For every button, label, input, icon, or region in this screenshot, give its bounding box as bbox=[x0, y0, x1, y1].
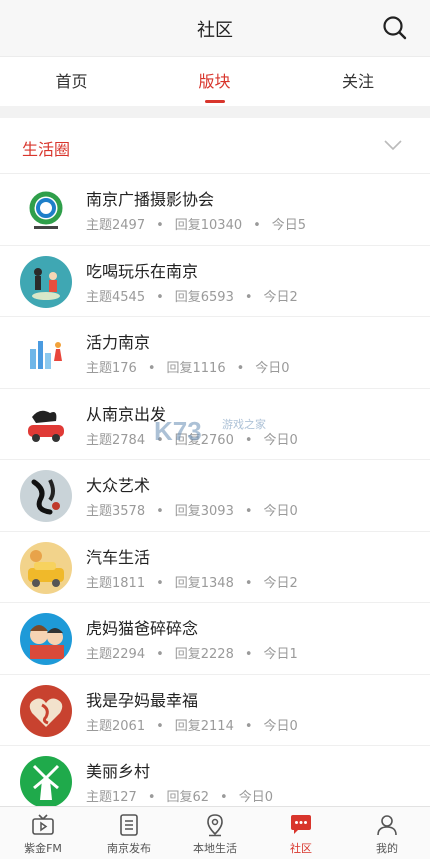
nav-label: 紫金FM bbox=[24, 842, 62, 855]
topic-count: 主题176 bbox=[86, 361, 137, 376]
list-item[interactable]: 大众艺术 主题3578 • 回复3093 • 今日0 bbox=[0, 460, 430, 532]
nav-label: 南京发布 bbox=[107, 842, 151, 855]
forum-stats: 主题3578 • 回复3093 • 今日0 bbox=[86, 504, 298, 519]
list-item[interactable]: 我是孕妈最幸福 主题2061 • 回复2114 • 今日0 bbox=[0, 674, 430, 746]
cartoon-parents-avatar bbox=[20, 613, 72, 665]
section-header-life-circle[interactable]: 生活圈 bbox=[0, 118, 430, 174]
tab-home[interactable]: 首页 bbox=[0, 57, 143, 107]
nav-zijin-fm[interactable]: 紫金FM bbox=[0, 807, 86, 859]
forum-stats: 主题176 • 回复1116 • 今日0 bbox=[86, 361, 290, 376]
list-item[interactable]: 汽车生活 主题1811 • 回复1348 • 今日2 bbox=[0, 531, 430, 603]
topic-count: 主题3578 bbox=[86, 504, 146, 519]
chevron-down-icon[interactable] bbox=[384, 139, 402, 151]
tab-boards[interactable]: 版块 bbox=[143, 57, 286, 107]
people-illustration-avatar bbox=[20, 255, 72, 308]
forum-stats: 主题127 • 回复62 • 今日0 bbox=[86, 790, 273, 805]
list-item[interactable]: 从南京出发 主题2784 • 回复2760 • 今日0 bbox=[0, 388, 430, 460]
nav-nanjing-release[interactable]: 南京发布 bbox=[86, 807, 172, 859]
today-count: 今日0 bbox=[255, 361, 290, 376]
reply-count: 回复2760 bbox=[174, 432, 234, 448]
forum-name: 大众艺术 bbox=[86, 476, 151, 495]
today-count: 今日1 bbox=[263, 647, 298, 662]
list-item[interactable]: 吃喝玩乐在南京 主题4545 • 回复6593 • 今日2 bbox=[0, 245, 430, 317]
today-count: 今日5 bbox=[271, 218, 307, 233]
tab-following[interactable]: 关注 bbox=[286, 57, 430, 107]
windmill-village-avatar bbox=[20, 756, 72, 808]
forum-stats: 主题1811 • 回复1348 • 今日2 bbox=[86, 575, 298, 591]
topic-count: 主题127 bbox=[86, 790, 137, 805]
nav-local-life[interactable]: 本地生活 bbox=[172, 807, 258, 859]
today-count: 今日0 bbox=[263, 432, 298, 448]
nav-label: 我的 bbox=[376, 842, 398, 855]
forum-stats: 主题2497 • 回复10340 • 今日5 bbox=[86, 218, 307, 233]
reply-count: 回复10340 bbox=[174, 218, 243, 233]
car-travel-avatar bbox=[20, 398, 72, 451]
topic-count: 主题1811 bbox=[86, 575, 146, 591]
forum-name: 虎妈猫爸碎碎念 bbox=[86, 619, 199, 638]
forum-stats: 主题2784 • 回复2760 • 今日0 bbox=[86, 432, 298, 448]
tv-play-icon bbox=[32, 814, 54, 835]
tab-home-label: 首页 bbox=[55, 72, 88, 91]
list-item[interactable]: 南京广播摄影协会 主题2497 • 回复10340 • 今日5 bbox=[0, 174, 430, 246]
car-life-avatar bbox=[20, 541, 72, 594]
topic-count: 主题2497 bbox=[86, 218, 146, 233]
list-item[interactable]: 虎妈猫爸碎碎念 主题2294 • 回复2228 • 今日1 bbox=[0, 603, 430, 675]
tab-bar: 首页 版块 关注 bbox=[0, 56, 430, 106]
forum-name: 南京广播摄影协会 bbox=[86, 190, 215, 209]
reply-count: 回复3093 bbox=[174, 504, 234, 519]
forum-name: 活力南京 bbox=[86, 333, 151, 352]
page-title: 社区 bbox=[197, 20, 233, 41]
reply-count: 回复2114 bbox=[174, 718, 234, 734]
forum-name: 吃喝玩乐在南京 bbox=[86, 261, 199, 281]
reply-count: 回复6593 bbox=[174, 289, 234, 305]
today-count: 今日0 bbox=[238, 790, 273, 805]
section-divider bbox=[0, 106, 430, 118]
today-count: 今日0 bbox=[263, 504, 298, 519]
location-pin-icon bbox=[207, 814, 223, 837]
nav-mine[interactable]: 我的 bbox=[344, 807, 430, 859]
nav-label: 本地生活 bbox=[193, 842, 237, 855]
city-sports-avatar bbox=[20, 327, 72, 379]
photography-association-logo bbox=[20, 184, 72, 236]
topic-count: 主题2784 bbox=[86, 432, 146, 448]
today-count: 今日0 bbox=[263, 718, 298, 734]
forum-stats: 主题2061 • 回复2114 • 今日0 bbox=[86, 718, 298, 734]
reply-count: 回复2228 bbox=[174, 647, 234, 662]
reply-count: 回复1348 bbox=[174, 575, 234, 591]
chat-bubble-icon bbox=[291, 815, 311, 834]
person-icon bbox=[377, 815, 397, 836]
forum-stats: 主题4545 • 回复6593 • 今日2 bbox=[86, 289, 298, 305]
forum-stats: 主题2294 • 回复2228 • 今日1 bbox=[86, 647, 298, 662]
top-bar: 社区 bbox=[0, 0, 430, 56]
topic-count: 主题2294 bbox=[86, 647, 146, 662]
forum-name: 美丽乡村 bbox=[86, 762, 151, 781]
topic-count: 主题4545 bbox=[86, 289, 146, 305]
tab-boards-label: 版块 bbox=[198, 72, 231, 91]
bottom-nav: 紫金FM 南京发布 本地生活 社区 我的 bbox=[0, 806, 430, 859]
active-tab-indicator bbox=[205, 100, 225, 103]
forum-list: 南京广播摄影协会 主题2497 • 回复10340 • 今日5 吃喝玩乐在南京 主题45… bbox=[0, 174, 430, 818]
forum-name: 我是孕妈最幸福 bbox=[86, 690, 199, 710]
list-item[interactable]: 活力南京 主题176 • 回复1116 • 今日0 bbox=[0, 317, 430, 389]
today-count: 今日2 bbox=[263, 575, 298, 591]
nav-label: 社区 bbox=[290, 842, 312, 855]
reply-count: 回复1116 bbox=[166, 361, 226, 376]
search-icon[interactable] bbox=[382, 15, 408, 41]
section-title: 生活圈 bbox=[22, 140, 71, 159]
forum-name: 从南京出发 bbox=[86, 404, 167, 424]
today-count: 今日2 bbox=[263, 289, 298, 305]
document-icon bbox=[120, 814, 138, 836]
reply-count: 回复62 bbox=[166, 790, 210, 805]
calligraphy-art-avatar bbox=[20, 470, 72, 522]
tab-following-label: 关注 bbox=[341, 72, 374, 91]
topic-count: 主题2061 bbox=[86, 718, 146, 734]
forum-name: 汽车生活 bbox=[86, 547, 151, 567]
pregnancy-heart-avatar bbox=[20, 684, 72, 737]
nav-community[interactable]: 社区 bbox=[258, 807, 344, 859]
